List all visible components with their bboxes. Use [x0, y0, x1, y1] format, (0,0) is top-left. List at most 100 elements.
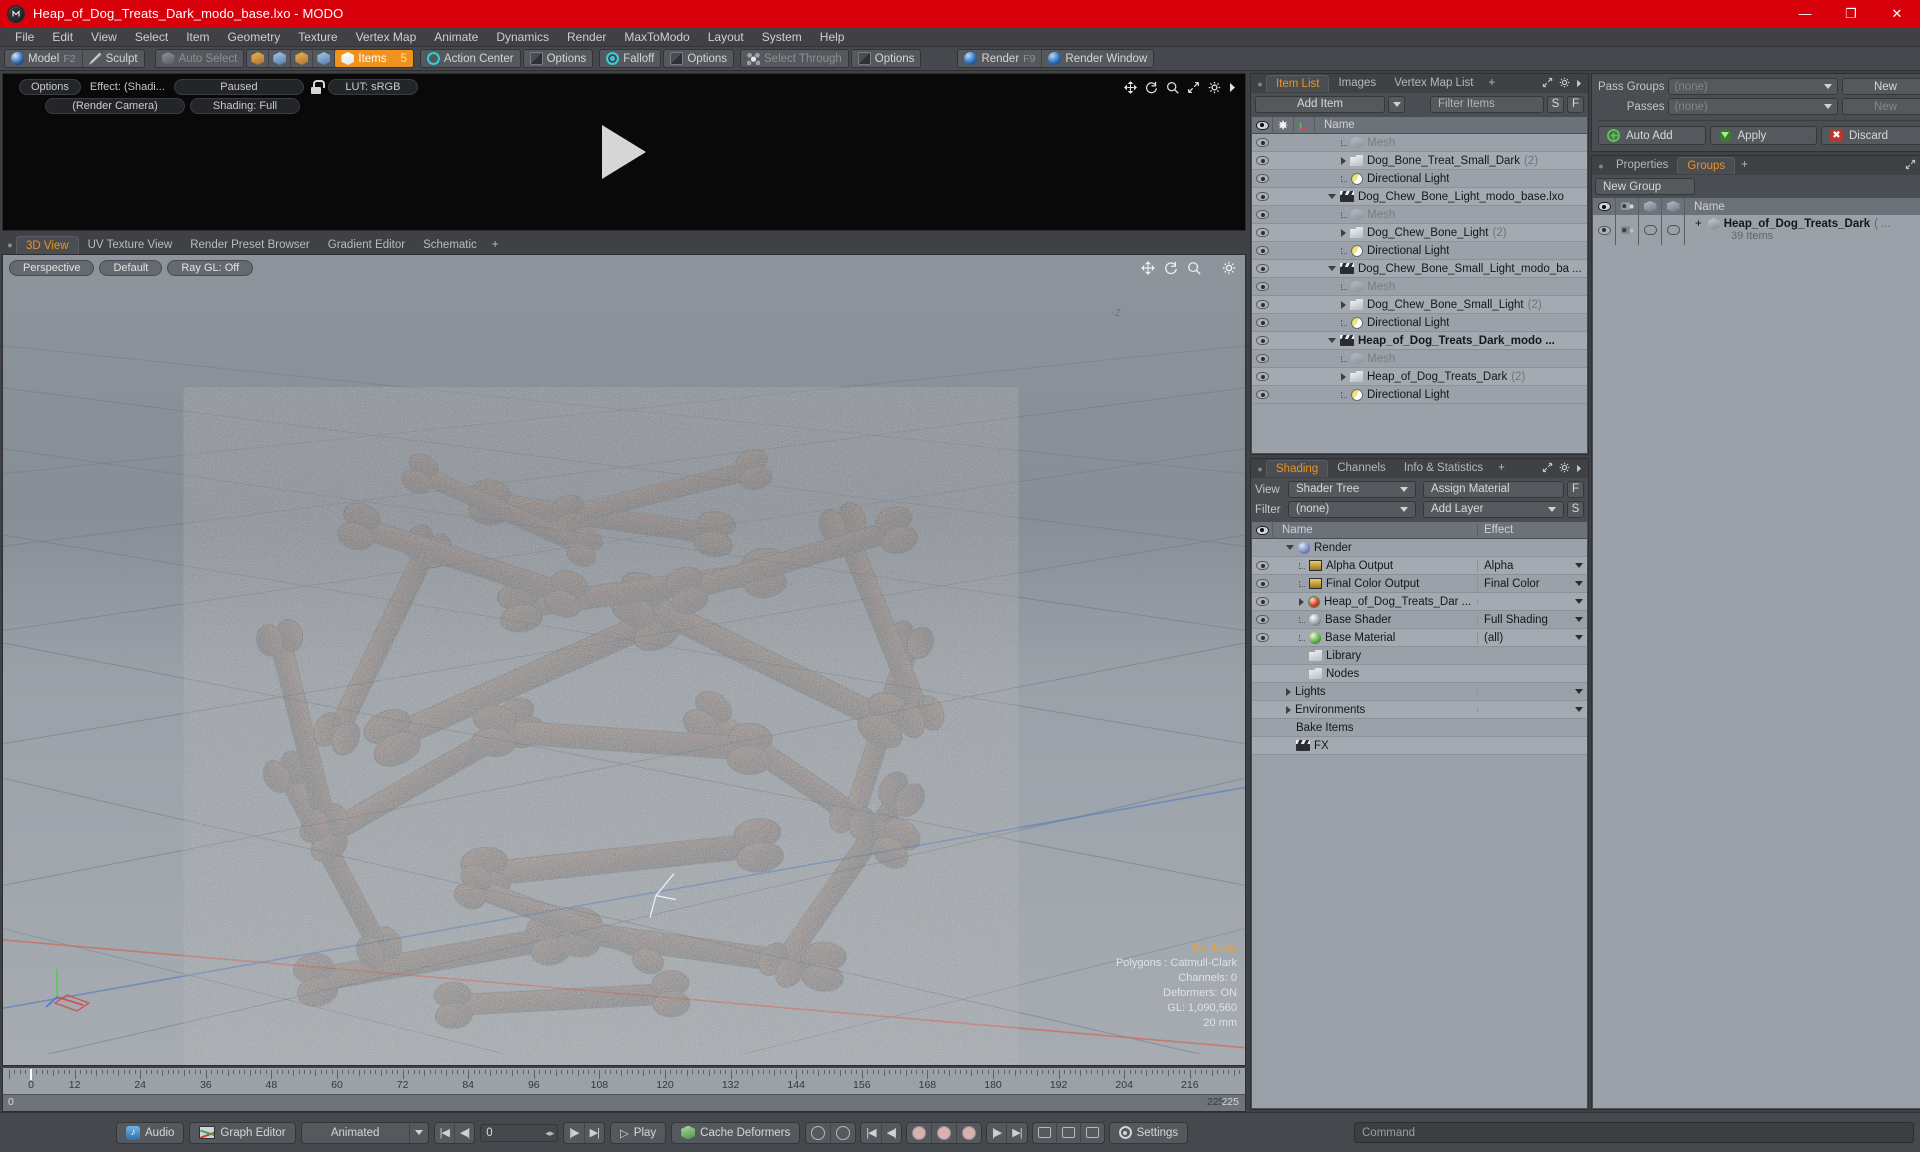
visibility-column-icon[interactable]	[1252, 116, 1273, 134]
timeline[interactable]: 12 24 36 48 60 72 84 96 108 120 132 144 156 168 180 192…	[2, 1068, 1246, 1112]
shading-style-button[interactable]: Default	[99, 260, 163, 276]
item-list-row[interactable]: Directional Light	[1252, 386, 1587, 404]
viewport-tab-uv-texture-view[interactable]: UV Texture View	[78, 236, 182, 254]
shading-row-name[interactable]: Bake Items	[1273, 722, 1477, 734]
item-list-row[interactable]: Dog_Chew_Bone_Small_Light_modo_ba ...	[1252, 260, 1587, 278]
item-list-row-name[interactable]: Directional Light	[1315, 388, 1449, 401]
menu-item-item[interactable]: Item	[177, 27, 218, 47]
viewport-panel-handle-icon[interactable]: ●	[4, 236, 16, 254]
shading-list-body[interactable]: Render Alpha Output Alpha Final Color Outpu…	[1252, 539, 1587, 1108]
groups-render-column-icon[interactable]	[1616, 198, 1639, 215]
item-list-row[interactable]: Mesh	[1252, 278, 1587, 296]
tab-add-item-list[interactable]: +	[1482, 75, 1501, 92]
current-frame-input[interactable]: 0 ◂▸	[480, 1123, 559, 1142]
collapse-arrow-icon[interactable]	[1328, 266, 1336, 271]
shading-row-name[interactable]: Base Shader	[1273, 613, 1477, 626]
expand-icon[interactable]	[1542, 77, 1553, 91]
fit-icon[interactable]	[1187, 81, 1200, 97]
3d-viewport[interactable]: -Z Perspective Default Ray GL: Off No It…	[2, 254, 1246, 1066]
last-key-button[interactable]: ▶|	[1007, 1123, 1026, 1143]
key-extra-2-button[interactable]	[1057, 1122, 1081, 1143]
play-button[interactable]: ▷ Play	[611, 1123, 665, 1143]
shading-row-visibility-toggle[interactable]	[1252, 597, 1273, 606]
passes-dropdown[interactable]: (none)	[1668, 98, 1839, 115]
auto-add-button[interactable]: Auto Add	[1598, 126, 1706, 145]
group-toggle-2[interactable]	[1662, 215, 1685, 245]
collapse-arrow-icon[interactable]	[1328, 194, 1336, 199]
menu-item-select[interactable]: Select	[126, 27, 177, 47]
shading-row-visibility-toggle[interactable]	[1252, 633, 1273, 642]
animated-dropdown-caret[interactable]	[410, 1123, 428, 1143]
shading-row[interactable]: Environments	[1252, 701, 1587, 719]
item-list-row[interactable]: Heap_of_Dog_Treats_Dark (2)	[1252, 368, 1587, 386]
group-visibility-toggle[interactable]	[1593, 215, 1616, 245]
material-mode-button[interactable]	[313, 50, 336, 67]
render-play-triangle-icon[interactable]	[602, 125, 646, 179]
gear-icon-viewport[interactable]	[1222, 261, 1236, 278]
add-item-dropdown[interactable]	[1388, 96, 1405, 113]
menu-item-help[interactable]: Help	[811, 27, 854, 47]
item-list-body[interactable]: Mesh Dog_Bone_Treat_Small_Dark (2) Directio…	[1252, 134, 1587, 453]
expand-arrow-icon[interactable]	[1341, 372, 1346, 381]
shading-row[interactable]: Library	[1252, 647, 1587, 665]
preview-camera-button[interactable]: (Render Camera)	[45, 98, 185, 114]
timeline-playhead[interactable]	[30, 1069, 32, 1080]
shading-row[interactable]: Render	[1252, 539, 1587, 557]
apply-button[interactable]: Apply	[1709, 126, 1817, 145]
group-expand-icon[interactable]: +	[1695, 218, 1702, 230]
chevron-down-icon-effect[interactable]	[1575, 635, 1583, 640]
shading-effect-cell[interactable]	[1477, 599, 1587, 604]
preview-shading-button[interactable]: Shading: Full	[190, 98, 300, 114]
item-list-row[interactable]: Directional Light	[1252, 242, 1587, 260]
item-list-row-name[interactable]: Mesh	[1315, 136, 1395, 149]
vertex-mode-button[interactable]	[247, 50, 270, 67]
shading-row-visibility-toggle[interactable]	[1252, 561, 1273, 570]
item-list-row[interactable]: Dog_Chew_Bone_Light (2)	[1252, 224, 1587, 242]
filter-f-button[interactable]: F	[1567, 96, 1584, 113]
rotate-icon[interactable]	[1145, 81, 1158, 97]
zoom-icon-viewport[interactable]	[1187, 261, 1201, 278]
preview-effect-label[interactable]: Effect: (Shadi...	[86, 80, 169, 94]
close-button[interactable]: ✕	[1874, 0, 1920, 27]
row-visibility-toggle[interactable]	[1252, 390, 1273, 399]
item-list-row-name[interactable]: Heap_of_Dog_Treats_Dark_modo ...	[1315, 335, 1555, 347]
row-visibility-toggle[interactable]	[1252, 354, 1273, 363]
shading-row[interactable]: Nodes	[1252, 665, 1587, 683]
preview-options-button[interactable]: Options	[19, 79, 81, 95]
item-list-row-name[interactable]: Dog_Chew_Bone_Light_modo_base.lxo	[1315, 191, 1564, 203]
groups-visibility-column-icon[interactable]	[1593, 198, 1616, 215]
shading-row-name[interactable]: Base Material	[1273, 631, 1477, 644]
cache-deformers-button[interactable]: Cache Deformers	[672, 1123, 799, 1143]
lock-column-icon[interactable]	[1273, 116, 1294, 134]
groups-list-body[interactable]: + Heap_of_Dog_Treats_Dark( ... 39 Items	[1593, 215, 1920, 1108]
item-list-row-name[interactable]: Heap_of_Dog_Treats_Dark (2)	[1315, 371, 1525, 383]
add-key-button[interactable]	[932, 1122, 957, 1143]
tab-info-statistics[interactable]: Info & Statistics	[1395, 460, 1492, 477]
group-toggle-1[interactable]	[1639, 215, 1662, 245]
shading-row-name[interactable]: Lights	[1273, 686, 1477, 698]
settings-button[interactable]: Settings	[1110, 1123, 1188, 1143]
raygl-button[interactable]: Ray GL: Off	[167, 260, 254, 276]
maximize-button[interactable]: ❐	[1828, 0, 1874, 27]
more-arrow-icon[interactable]	[1229, 82, 1237, 96]
sculpt-mode-button[interactable]: Sculpt	[83, 50, 144, 67]
assign-material-button[interactable]: Assign Material	[1423, 481, 1564, 498]
select-through-options-button[interactable]: Options	[852, 50, 921, 67]
spinner-icon[interactable]: ◂▸	[545, 1128, 554, 1139]
row-visibility-toggle[interactable]	[1252, 156, 1273, 165]
prev-key-nav-button[interactable]: ◀|	[882, 1123, 901, 1143]
chevron-down-icon-effect[interactable]	[1575, 581, 1583, 586]
shading-effect-cell[interactable]: Full Shading	[1477, 613, 1587, 626]
model-mode-button[interactable]: Model F2	[5, 50, 83, 67]
menu-item-layout[interactable]: Layout	[699, 27, 753, 47]
tab-shading[interactable]: Shading	[1266, 460, 1329, 477]
expand-icon-shading[interactable]	[1542, 462, 1553, 476]
render-button[interactable]: Render F9	[958, 50, 1043, 67]
expand-arrow-icon[interactable]	[1299, 597, 1304, 606]
row-visibility-toggle[interactable]	[1252, 228, 1273, 237]
row-visibility-toggle[interactable]	[1252, 192, 1273, 201]
shading-row-name[interactable]: Environments	[1273, 704, 1477, 716]
shading-row[interactable]: Bake Items	[1252, 719, 1587, 737]
polygon-mode-button[interactable]	[291, 50, 314, 67]
item-list-row-name[interactable]: Directional Light	[1315, 244, 1449, 257]
